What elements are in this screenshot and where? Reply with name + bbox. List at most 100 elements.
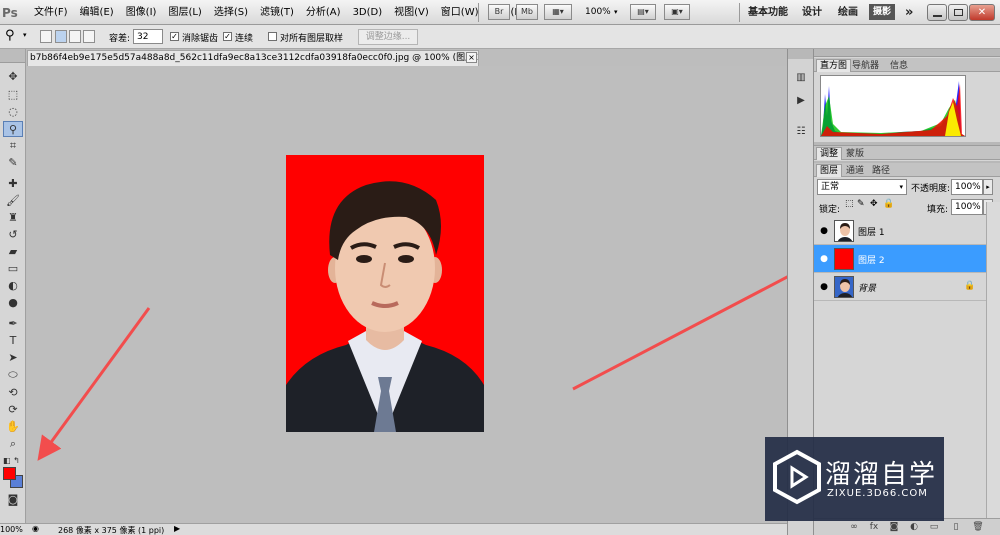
zoom-tool-icon[interactable]: ⌕ [3,436,23,452]
3d-orbit-tool-icon[interactable]: ⟳ [3,402,23,418]
lock-position-icon[interactable]: ✥ [870,199,878,209]
brush-tool-icon[interactable]: 🖌 [3,193,23,209]
tab-adjustments[interactable]: 调整 [816,147,843,160]
layer-row[interactable]: ● 图层 2 [814,245,986,273]
contiguous-checkbox[interactable]: ✓ [223,32,232,41]
menu-item[interactable]: 滤镜(T) [254,0,300,25]
lock-transparency-icon[interactable]: ⬚ [845,199,854,209]
arrange-documents-button[interactable]: ▤▾ [630,4,656,20]
preset-dropdown-arrow-icon[interactable]: ▾ [23,31,27,39]
status-info-icon[interactable]: ◉ [32,524,39,533]
gradient-tool-icon[interactable]: ▭ [3,261,23,277]
adjustment-layer-icon[interactable]: ◐ [908,521,920,533]
status-zoom[interactable]: 100% [0,525,23,534]
blur-tool-icon[interactable]: ◐ [3,278,23,294]
workspace-painting[interactable]: 绘画 [838,0,858,25]
panel-grip[interactable] [814,49,1000,57]
document-tab-close-icon[interactable]: × [466,52,477,63]
tab-navigator[interactable]: 导航器 [848,59,883,72]
eyedropper-tool-icon[interactable]: ✎ [3,155,23,171]
bridge-button[interactable]: Br [488,4,510,20]
tab-info[interactable]: 信息 [886,59,912,72]
hand-tool-icon[interactable]: ✋ [3,419,23,435]
menu-item[interactable]: 视图(V) [388,0,435,25]
pen-tool-icon[interactable]: ✒ [3,316,23,332]
screen-mode-button[interactable]: ▣▾ [664,4,690,20]
anti-alias-checkbox[interactable]: ✓ [170,32,179,41]
canvas-area[interactable] [27,66,787,523]
tools-panel-header[interactable] [0,49,25,63]
visibility-eye-icon[interactable]: ● [818,281,830,293]
opacity-arrow-icon[interactable]: ▸ [983,179,993,195]
eraser-tool-icon[interactable]: ▰ [3,244,23,260]
zoom-dropdown-arrow-icon[interactable]: ▾ [614,4,618,20]
history-brush-tool-icon[interactable]: ↺ [3,227,23,243]
layer-row[interactable]: ● 图层 1 [814,217,986,245]
fill-input[interactable]: 100% [951,199,983,215]
more-workspaces-icon[interactable]: » [905,0,913,25]
workspace-essentials[interactable]: 基本功能 [748,0,788,25]
tolerance-input[interactable] [133,29,163,44]
actions-panel-icon[interactable]: ▶ [793,94,809,108]
sample-all-layers-checkbox[interactable] [268,32,277,41]
visibility-eye-icon[interactable]: ● [818,253,830,265]
workspace-design[interactable]: 设计 [802,0,822,25]
dock-grip[interactable] [788,49,813,59]
lock-all-icon[interactable]: 🔒 [883,199,894,209]
document-tab[interactable]: b7b86f4eb9e175e5d57a488a8d_562c11dfa9ec8… [27,50,479,66]
tab-paths[interactable]: 路径 [868,164,894,177]
layer-name[interactable]: 图层 2 [858,253,885,266]
menu-item[interactable]: 图层(L) [162,0,207,25]
new-layer-icon[interactable]: ▯ [950,521,962,533]
tool-presets-icon[interactable]: ☷ [793,125,809,139]
opacity-input[interactable]: 100% [951,179,983,195]
refine-edge-button[interactable]: 调整边缘... [358,29,418,45]
path-selection-tool-icon[interactable]: ➤ [3,350,23,366]
layers-scrollbar[interactable] [986,202,1000,518]
tab-masks[interactable]: 蒙版 [842,147,868,160]
new-selection-icon[interactable] [40,30,52,43]
layer-row[interactable]: ● 背景 🔒 [814,273,986,301]
workspace-photography[interactable]: 摄影 [869,4,895,20]
lasso-tool-icon[interactable]: ◌ [3,104,23,120]
type-tool-icon[interactable]: T [3,333,23,349]
menu-item[interactable]: 文件(F) [28,0,74,25]
layer-style-icon[interactable]: fx [868,521,880,533]
mini-bridge-button[interactable]: Mb [516,4,538,20]
dodge-tool-icon[interactable]: ● [3,295,23,311]
status-menu-arrow-icon[interactable]: ▶ [174,524,180,533]
tab-channels[interactable]: 通道 [842,164,868,177]
healing-brush-tool-icon[interactable]: ✚ [3,176,23,192]
menu-item[interactable]: 分析(A) [300,0,347,25]
blend-mode-select[interactable]: 正常 ▾ [817,179,907,195]
tab-histogram[interactable]: 直方图 [816,59,852,72]
subtract-from-selection-icon[interactable] [69,30,81,43]
menu-item[interactable]: 3D(D) [347,0,389,25]
move-tool-icon[interactable]: ✥ [3,69,23,85]
new-group-icon[interactable]: ▭ [928,521,940,533]
foreground-color-swatch[interactable] [3,467,16,480]
magic-wand-preset-icon[interactable]: ⚲ [5,28,15,43]
zoom-level-dropdown[interactable]: 100% [585,4,611,20]
visibility-eye-icon[interactable]: ● [818,225,830,237]
clone-stamp-tool-icon[interactable]: ♜ [3,210,23,226]
intersect-selection-icon[interactable] [83,30,95,43]
3d-rotate-tool-icon[interactable]: ⟲ [3,385,23,401]
shape-tool-icon[interactable]: ⬭ [3,367,23,383]
link-layers-icon[interactable]: ∞ [848,521,860,533]
tab-layers[interactable]: 图层 [816,164,843,177]
history-panel-icon[interactable]: ▥ [793,71,809,85]
crop-tool-icon[interactable]: ⌗ [3,138,23,154]
menu-item[interactable]: 图像(I) [120,0,163,25]
magic-wand-tool-icon[interactable]: ⚲ [3,121,23,137]
add-to-selection-icon[interactable] [55,30,67,43]
view-extras-button[interactable]: ▦▾ [544,4,572,20]
quick-mask-icon[interactable]: ◙ [3,492,23,508]
layer-name[interactable]: 图层 1 [858,225,885,238]
lock-pixels-icon[interactable]: ✎ [857,199,865,209]
layer-name[interactable]: 背景 [858,281,876,294]
marquee-tool-icon[interactable]: ⬚ [3,87,23,103]
menu-item[interactable]: 选择(S) [208,0,254,25]
close-button[interactable]: ✕ [969,4,995,21]
delete-layer-icon[interactable]: 🗑 [972,521,984,533]
